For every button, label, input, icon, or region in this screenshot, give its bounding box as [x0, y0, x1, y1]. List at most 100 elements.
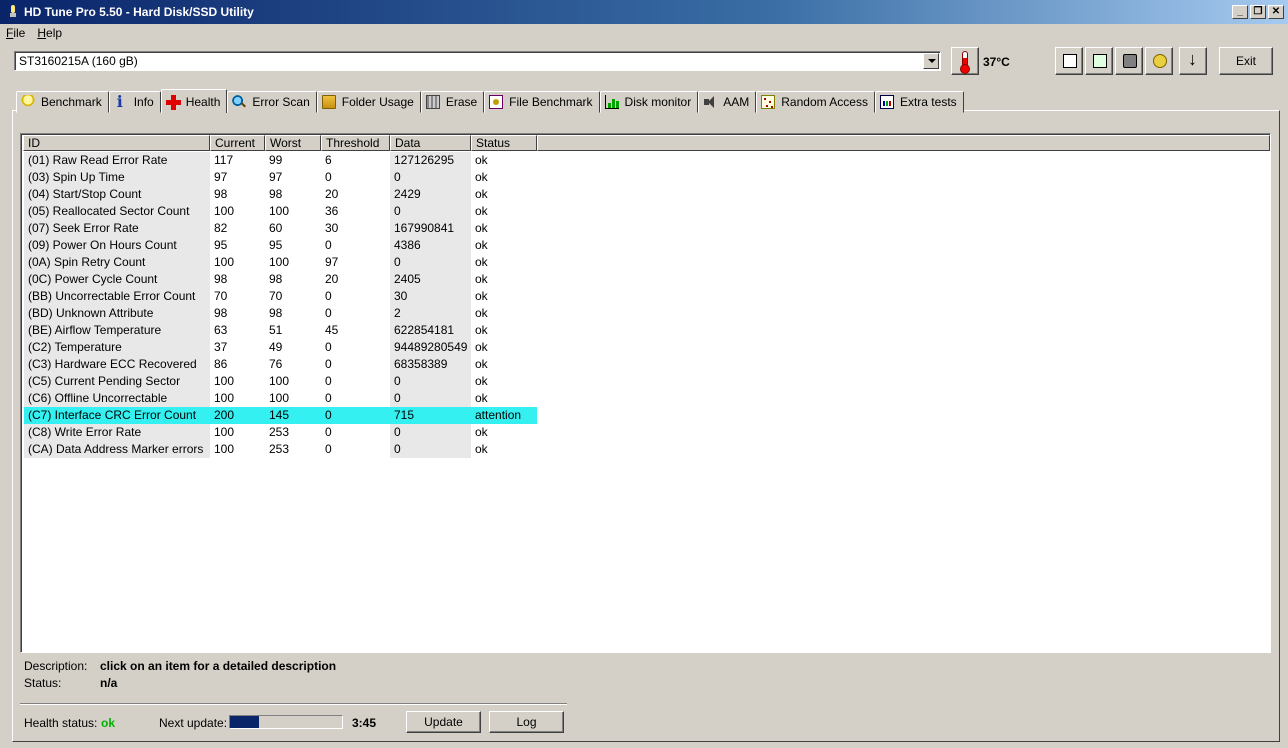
cell-data: 715: [390, 407, 471, 424]
table-row[interactable]: (CA) Data Address Marker errors 100 253 0 0 o…: [24, 441, 537, 458]
column-header-data[interactable]: Data: [390, 135, 471, 151]
cell-threshold: 0: [325, 442, 332, 456]
cell-worst: 100: [269, 255, 290, 269]
menu-file[interactable]: File: [6, 26, 25, 40]
cell-threshold: 0: [321, 407, 390, 424]
cell-threshold: 0: [325, 374, 332, 388]
cell-data: 0: [390, 254, 471, 271]
table-row[interactable]: (04) Start/Stop Count 98 98 20 2429 ok: [24, 186, 537, 203]
tab-health[interactable]: Health: [160, 89, 228, 113]
tab-error-scan[interactable]: Error Scan: [227, 91, 317, 113]
tab-label: Erase: [445, 95, 478, 109]
table-row[interactable]: (07) Seek Error Rate 82 60 30 167990841 ok: [24, 220, 537, 237]
cell-worst: 100: [269, 374, 290, 388]
copy-all-button[interactable]: [1085, 47, 1113, 75]
table-row[interactable]: (0A) Spin Retry Count 100 100 97 0 ok: [24, 254, 537, 271]
tab-label: Folder Usage: [341, 95, 414, 109]
tab-folder-usage[interactable]: Folder Usage: [316, 91, 421, 113]
cell-status: ok: [475, 340, 488, 354]
health-cross-icon: [165, 94, 181, 110]
column-header-current[interactable]: Current: [210, 135, 265, 151]
cell-id: (C7) Interface CRC Error Count: [24, 407, 210, 424]
tab-erase[interactable]: Erase: [420, 91, 485, 113]
table-row[interactable]: (03) Spin Up Time 97 97 0 0 ok: [24, 169, 537, 186]
column-header-threshold[interactable]: Threshold: [321, 135, 390, 151]
drive-select[interactable]: ST3160215A (160 gB): [14, 51, 941, 71]
table-row[interactable]: (BB) Uncorrectable Error Count 70 70 0 30 ok: [24, 288, 537, 305]
extra-tests-icon: [879, 95, 894, 109]
table-row[interactable]: (C8) Write Error Rate 100 253 0 0 ok: [24, 424, 537, 441]
cell-current: 86: [214, 357, 228, 371]
arrow-down-icon: ↓: [1188, 49, 1197, 69]
list-header: ID Current Worst Threshold Data Status: [23, 135, 1270, 151]
table-row[interactable]: (C6) Offline Uncorrectable 100 100 0 0 ok: [24, 390, 537, 407]
cell-data: 0: [390, 203, 471, 220]
tab-random-access[interactable]: Random Access: [756, 91, 875, 113]
column-header-status[interactable]: Status: [471, 135, 537, 151]
log-button[interactable]: Log: [489, 711, 564, 733]
table-row[interactable]: (0C) Power Cycle Count 98 98 20 2405 ok: [24, 271, 537, 288]
cell-status: ok: [475, 238, 488, 252]
cell-status: ok: [475, 153, 488, 167]
cell-id: (C2) Temperature: [24, 339, 210, 356]
cell-threshold: 0: [325, 340, 332, 354]
cell-data: 2: [390, 305, 471, 322]
cell-data: 2405: [390, 271, 471, 288]
options-button[interactable]: [1145, 47, 1173, 75]
cell-id: (01) Raw Read Error Rate: [24, 152, 210, 169]
cell-current: 70: [214, 289, 228, 303]
title-bar[interactable]: HD Tune Pro 5.50 - Hard Disk/SSD Utility…: [0, 0, 1288, 24]
close-button[interactable]: ✕: [1268, 5, 1284, 19]
table-row[interactable]: (C5) Current Pending Sector 100 100 0 0 ok: [24, 373, 537, 390]
temperature-button[interactable]: [951, 47, 979, 75]
tab-extra-tests[interactable]: Extra tests: [874, 91, 964, 113]
minimize-to-tray-button[interactable]: ↓: [1179, 47, 1207, 75]
tab-bar: Benchmark Info Health Error Scan Folder Usag…: [16, 89, 964, 113]
cell-data: 127126295: [390, 152, 471, 169]
cell-id: (07) Seek Error Rate: [24, 220, 210, 237]
table-row[interactable]: (05) Reallocated Sector Count 100 100 36 0 ok: [24, 203, 537, 220]
cell-threshold: 0: [325, 391, 332, 405]
disk-monitor-icon: [604, 95, 619, 109]
cell-data: 167990841: [390, 220, 471, 237]
cell-id: (03) Spin Up Time: [24, 169, 210, 186]
table-row[interactable]: (C3) Hardware ECC Recovered 86 76 0 68358389…: [24, 356, 537, 373]
minimize-button[interactable]: _: [1232, 5, 1248, 19]
cell-current: 98: [214, 306, 228, 320]
screenshot-button[interactable]: [1115, 47, 1143, 75]
cell-status: ok: [475, 221, 488, 235]
column-header-worst[interactable]: Worst: [265, 135, 321, 151]
cell-data: 0: [390, 373, 471, 390]
menu-help[interactable]: Help: [37, 26, 62, 40]
table-row[interactable]: (C7) Interface CRC Error Count 200 145 0 715…: [24, 407, 537, 424]
update-button[interactable]: Update: [406, 711, 481, 733]
cell-worst: 49: [269, 340, 283, 354]
cell-status: ok: [475, 391, 488, 405]
cell-status: ok: [475, 323, 488, 337]
dropdown-arrow-icon[interactable]: [923, 53, 939, 69]
table-row[interactable]: (C2) Temperature 37 49 0 94489280549 ok: [24, 339, 537, 356]
table-row[interactable]: (BE) Airflow Temperature 63 51 45 622854181 o…: [24, 322, 537, 339]
table-row[interactable]: (01) Raw Read Error Rate 117 99 6 127126295 o…: [24, 152, 537, 169]
tab-file-benchmark[interactable]: File Benchmark: [484, 91, 600, 113]
table-row[interactable]: (09) Power On Hours Count 95 95 0 4386 ok: [24, 237, 537, 254]
table-row[interactable]: (BD) Unknown Attribute 98 98 0 2 ok: [24, 305, 537, 322]
cell-id: (0A) Spin Retry Count: [24, 254, 210, 271]
tab-benchmark[interactable]: Benchmark: [16, 91, 109, 113]
copy-text-button[interactable]: [1055, 47, 1083, 75]
cell-worst: 51: [269, 323, 283, 337]
menu-bar: File Help: [0, 24, 1288, 42]
tab-info[interactable]: Info: [108, 91, 161, 113]
tab-disk-monitor[interactable]: Disk monitor: [599, 91, 699, 113]
magnifier-icon: [232, 95, 247, 109]
tab-aam[interactable]: AAM: [698, 91, 757, 113]
description-value: click on an item for a detailed descript…: [100, 659, 337, 673]
smart-attributes-list[interactable]: ID Current Worst Threshold Data Status (…: [20, 133, 1271, 653]
next-update-label: Next update:: [159, 716, 228, 730]
restore-button[interactable]: ❐: [1250, 5, 1266, 19]
exit-button[interactable]: Exit: [1219, 47, 1273, 75]
column-header-filler: [537, 135, 1270, 151]
column-header-id[interactable]: ID: [23, 135, 210, 151]
file-benchmark-icon: [489, 95, 504, 109]
cell-data: 0: [390, 424, 471, 441]
